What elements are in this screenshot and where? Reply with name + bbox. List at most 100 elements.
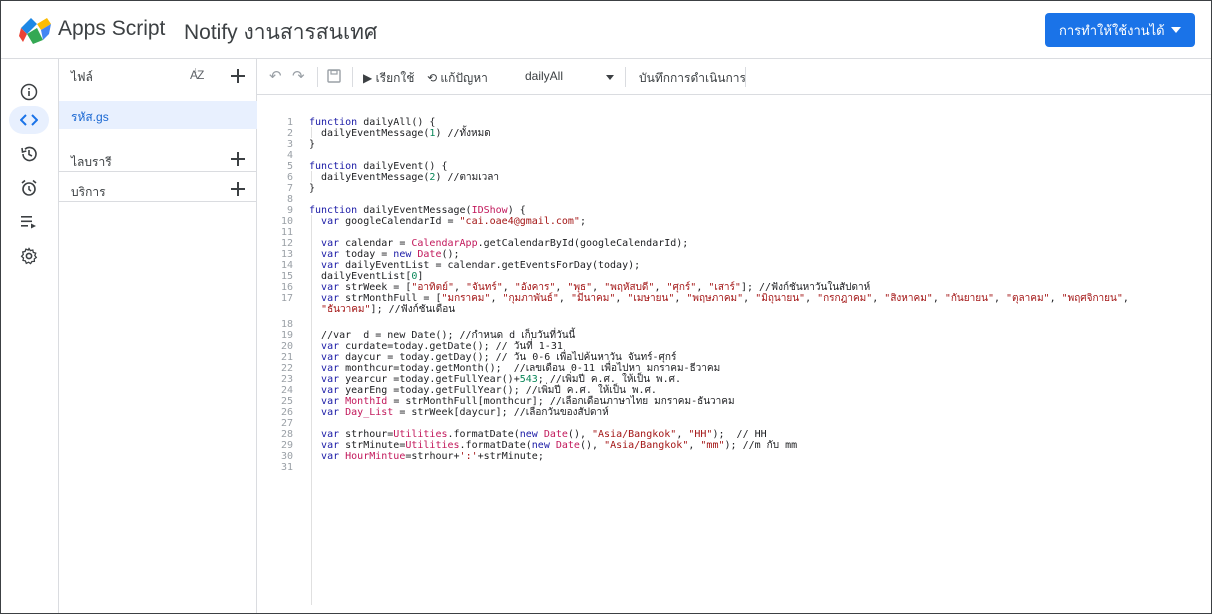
code-line[interactable]: 1 function dailyAll() { (257, 117, 1211, 128)
code-line[interactable]: 8 (257, 194, 1211, 205)
line-number: 26 (280, 407, 293, 418)
code-line[interactable]: 11 (257, 227, 1211, 238)
line-number: 10 (280, 216, 293, 227)
code-line[interactable]: 15 dailyEventList[0] (257, 271, 1211, 282)
code-line[interactable]: 3} (257, 139, 1211, 150)
line-number: 11 (280, 227, 293, 238)
code-text: var today = new Date(); (321, 249, 460, 260)
code-line[interactable]: 31 (257, 462, 1211, 473)
code-line[interactable]: 14 var dailyEventList = calendar.getEven… (257, 260, 1211, 271)
code-line[interactable]: 23 var yearcur =today.getFullYear()+543;… (257, 374, 1211, 385)
code-icon[interactable] (18, 109, 40, 131)
section-divider (59, 171, 257, 172)
code-editor[interactable]: 1 function dailyAll() {2 dailyEventMessag… (257, 95, 1211, 613)
run-label: เรียกใช้ (375, 71, 415, 85)
code-line[interactable]: 22 var monthcur=today.getMonth(); //เลขเ… (257, 363, 1211, 374)
code-text: var daycur = today.getDay(); // วัน 0-6 … (321, 352, 677, 363)
sort-az-icon[interactable]: AZ ↓ (190, 65, 204, 82)
apps-script-logo (19, 18, 51, 44)
undo-icon[interactable]: ↶ (269, 67, 282, 85)
code-line[interactable]: 9 function dailyEventMessage(IDShow) { (257, 205, 1211, 216)
code-line[interactable]: 19 //var d = new Date(); //กำหนด d เก็บว… (257, 330, 1211, 341)
line-number: 2 (286, 128, 293, 139)
code-text: "ธันวาคม"]; //ฟังก์ชันเดือน (321, 304, 456, 315)
toolbar-divider (745, 67, 746, 87)
info-icon[interactable] (18, 81, 40, 103)
code-line[interactable]: 26 var Day_List = strWeek[daycur]; //เลื… (257, 407, 1211, 418)
play-icon: ▶ (363, 71, 373, 85)
code-line[interactable]: 6 dailyEventMessage(2) //ตามเวลา (257, 172, 1211, 183)
code-text: var strWeek = ["อาทิตย์", "จันทร์", "อัง… (321, 282, 871, 293)
code-text: var yearcur =today.getFullYear()+543; //… (321, 374, 682, 385)
line-number: 22 (280, 363, 293, 374)
code-text: var Day_List = strWeek[daycur]; //เลือกว… (321, 407, 609, 418)
code-text: var MonthId = strMonthFull[monthcur]; //… (321, 396, 735, 407)
line-number: 17 (280, 293, 293, 304)
code-line[interactable]: 20 var curdate=today.getDate(); // วันที… (257, 341, 1211, 352)
line-number: 20 (280, 341, 293, 352)
save-icon[interactable] (327, 69, 341, 86)
executions-icon[interactable] (18, 211, 40, 233)
code-text: function dailyEvent() { (309, 161, 448, 172)
code-text: } (309, 183, 316, 194)
line-number: 4 (286, 150, 293, 161)
debug-button[interactable]: ⟲ แก้ปัญหา (427, 69, 488, 88)
line-number: 1 (286, 117, 293, 128)
top-header: Apps Script Notify งานสารสนเทศ การทำให้ใ… (1, 1, 1211, 59)
app-name[interactable]: Apps Script (58, 17, 165, 41)
code-line[interactable]: 4 (257, 150, 1211, 161)
code-line[interactable]: 10 var googleCalendarId = "cai.oae4@gmai… (257, 216, 1211, 227)
code-line[interactable]: 5 function dailyEvent() { (257, 161, 1211, 172)
code-line[interactable]: 29 var strMinute=Utilities.formatDate(ne… (257, 440, 1211, 451)
line-number: 8 (286, 194, 293, 205)
function-name: dailyAll (525, 69, 564, 83)
line-number: 29 (280, 440, 293, 451)
services-section[interactable]: บริการ (59, 175, 257, 203)
files-heading: ไฟล์ (71, 70, 93, 84)
code-line[interactable]: 12 var calendar = CalendarApp.getCalenda… (257, 238, 1211, 249)
line-number: 21 (280, 352, 293, 363)
add-service-icon[interactable] (231, 182, 245, 196)
gear-icon[interactable] (18, 245, 40, 267)
code-line[interactable]: 24 var yearEng =today.getFullYear(); //เ… (257, 385, 1211, 396)
add-library-icon[interactable] (231, 152, 245, 166)
line-number: 6 (286, 172, 293, 183)
code-line[interactable]: 21 var daycur = today.getDay(); // วัน 0… (257, 352, 1211, 363)
code-line[interactable]: 13 var today = new Date(); (257, 249, 1211, 260)
chevron-down-icon (1171, 27, 1181, 33)
run-button[interactable]: ▶ เรียกใช้ (363, 69, 414, 88)
code-line[interactable]: 27 (257, 418, 1211, 429)
line-number: 31 (280, 462, 293, 473)
line-number: 28 (280, 429, 293, 440)
line-number: 25 (280, 396, 293, 407)
line-number: 15 (280, 271, 293, 282)
code-text: var strhour=Utilities.formatDate(new Dat… (321, 429, 767, 440)
code-line[interactable]: 25 var MonthId = strMonthFull[monthcur];… (257, 396, 1211, 407)
code-text: var curdate=today.getDate(); // วันที่ 1… (321, 341, 563, 352)
code-line[interactable]: 17 var strMonthFull = ["มกราคม", "กุมภาพ… (257, 293, 1211, 304)
left-nav-rail (1, 59, 59, 613)
debug-label: แก้ปัญหา (440, 71, 488, 85)
line-number: 27 (280, 418, 293, 429)
code-line[interactable]: 16 var strWeek = ["อาทิตย์", "จันทร์", "… (257, 282, 1211, 293)
alarm-icon[interactable] (18, 177, 40, 199)
code-line[interactable]: "ธันวาคม"]; //ฟังก์ชันเดือน (257, 304, 1211, 315)
project-title[interactable]: Notify งานสารสนเทศ (184, 16, 377, 49)
toolbar-divider (317, 67, 318, 87)
code-line[interactable]: 28 var strhour=Utilities.formatDate(new … (257, 429, 1211, 440)
redo-icon[interactable]: ↷ (292, 67, 305, 85)
code-line[interactable]: 30 var HourMintue=strhour+':'+strMinute; (257, 451, 1211, 462)
code-line[interactable]: 2 dailyEventMessage(1) //ทั้งหมด (257, 128, 1211, 139)
file-item-code-gs[interactable]: รหัส.gs (59, 101, 257, 129)
code-line[interactable]: 7} (257, 183, 1211, 194)
function-select[interactable]: dailyAll (525, 69, 563, 83)
libraries-section[interactable]: ไลบรารี (59, 145, 257, 173)
chevron-down-icon[interactable] (606, 75, 614, 80)
history-icon[interactable] (18, 143, 40, 165)
code-text: var calendar = CalendarApp.getCalendarBy… (321, 238, 689, 249)
deploy-button[interactable]: การทำให้ใช้งานได้ (1045, 13, 1195, 47)
code-line[interactable]: 18 (257, 319, 1211, 330)
execution-log-button[interactable]: บันทึกการดำเนินการ (639, 69, 746, 88)
add-file-icon[interactable] (231, 69, 245, 83)
execution-log-label: บันทึกการดำเนินการ (639, 71, 746, 85)
